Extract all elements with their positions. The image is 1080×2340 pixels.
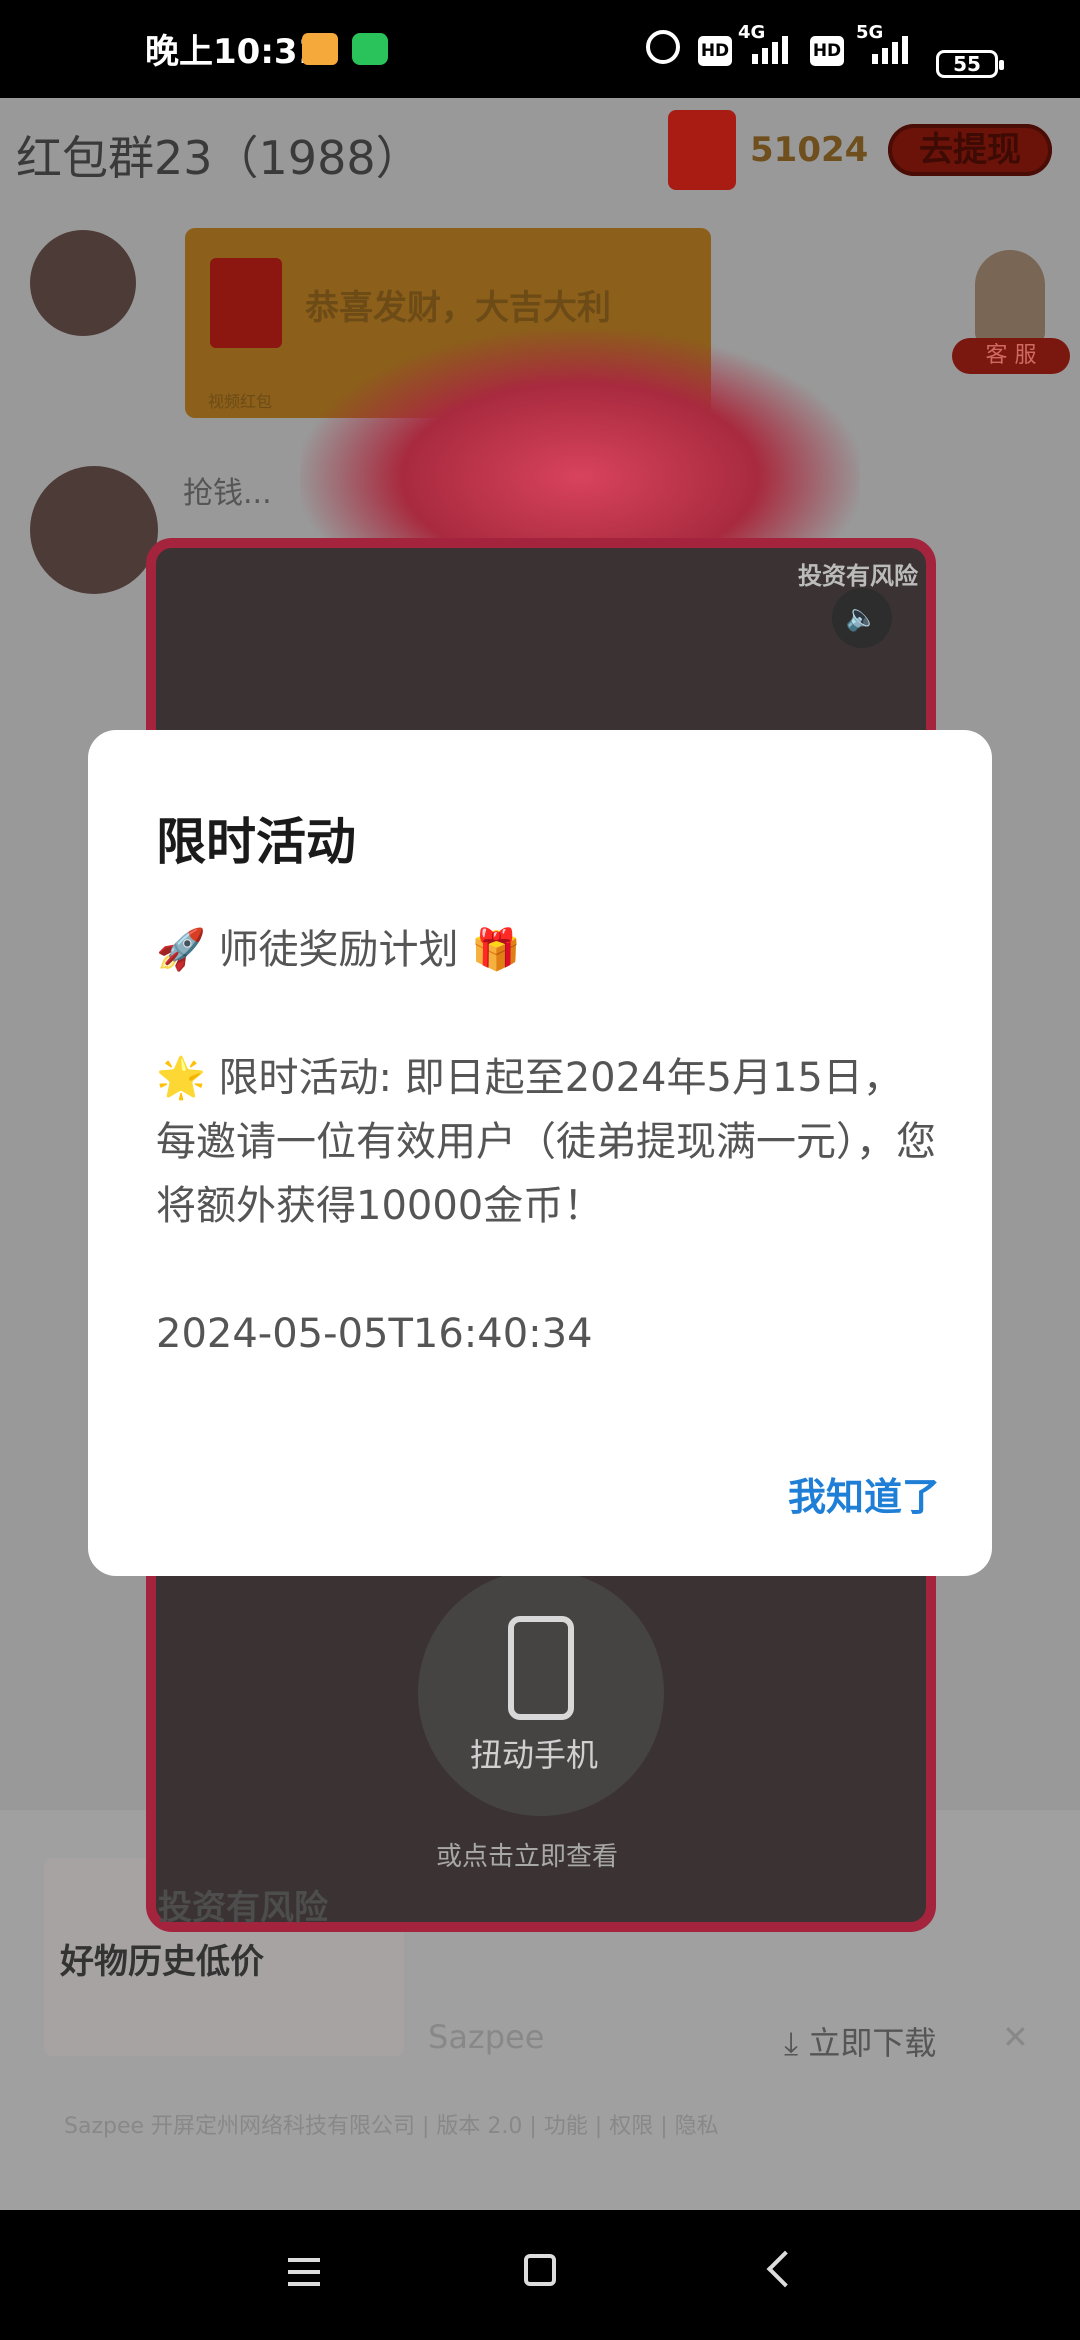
dialog-body: 🌟 限时活动: 即日起至2024年5月15日，每邀请一位有效用户（徒弟提现满一元… [156,1055,936,1229]
dialog-program-line: 🚀 师徒奖励计划 🎁 [156,927,522,973]
gift-illustration [300,330,860,540]
banner-image-text: 好物历史低价 [60,1942,264,1982]
sound-icon[interactable]: 🔈 [832,588,892,648]
download-button[interactable]: ⤓ 立即下载 [784,2018,936,2064]
sender-name: 抢钱... [183,476,272,511]
message-subtext: 视频红包 [208,392,273,411]
risk-warning: 投资有风险 [158,1888,328,1928]
hd-badge: HD [810,36,844,66]
red-packet-icon [210,258,282,348]
notification-app-icon [302,33,338,65]
shake-label: 扭动手机 [470,1736,599,1774]
view-now-hint[interactable]: 或点击立即查看 [436,1836,618,1873]
back-icon[interactable] [766,2250,804,2288]
coin-count: 51024 [750,130,869,170]
signal-icon [872,34,908,64]
risk-warning: 投资有风险 [798,562,918,590]
close-icon[interactable]: ✕ [1002,2018,1029,2056]
home-icon[interactable] [524,2254,556,2286]
avatar[interactable] [30,466,158,594]
customer-service-button[interactable]: 客 服 [952,338,1070,374]
phone-shake-icon [508,1616,574,1720]
red-packet-icon[interactable] [668,110,736,190]
battery-icon: 55 [936,50,1004,78]
status-bar: 晚上10:31 HD 4G HD 5G 55 [0,0,1080,98]
menu-icon[interactable] [288,2258,320,2286]
banner-footer: Sazpee 开屏定州网络科技有限公司 | 版本 2.0 | 功能 | 权限 |… [64,2114,719,2139]
banner-app-name: Sazpee [428,2018,545,2056]
group-title: 红包群23（1988） [16,131,422,185]
message-text: 恭喜发财，大吉大利 [305,288,611,328]
ok-button[interactable]: 我知道了 [788,1466,940,1521]
customer-service-avatar[interactable] [975,250,1045,342]
download-label: 立即下载 [808,2024,937,2062]
withdraw-button[interactable]: 去提现 [888,124,1052,176]
status-time: 晚上10:31 [145,32,322,72]
hd-badge: HD [698,36,732,66]
alarm-icon [646,30,680,64]
avatar[interactable] [30,230,136,336]
signal-icon [752,34,788,64]
wechat-icon [352,33,388,65]
dialog-title: 限时活动 [156,813,356,871]
navigation-bar [0,2210,1080,2340]
activity-dialog: 限时活动 🚀 师徒奖励计划 🎁 🌟 限时活动: 即日起至2024年5月15日，每… [88,730,992,1576]
dialog-timestamp: 2024-05-05T16:40:34 [156,1311,593,1357]
download-icon: ⤓ [784,2024,799,2062]
